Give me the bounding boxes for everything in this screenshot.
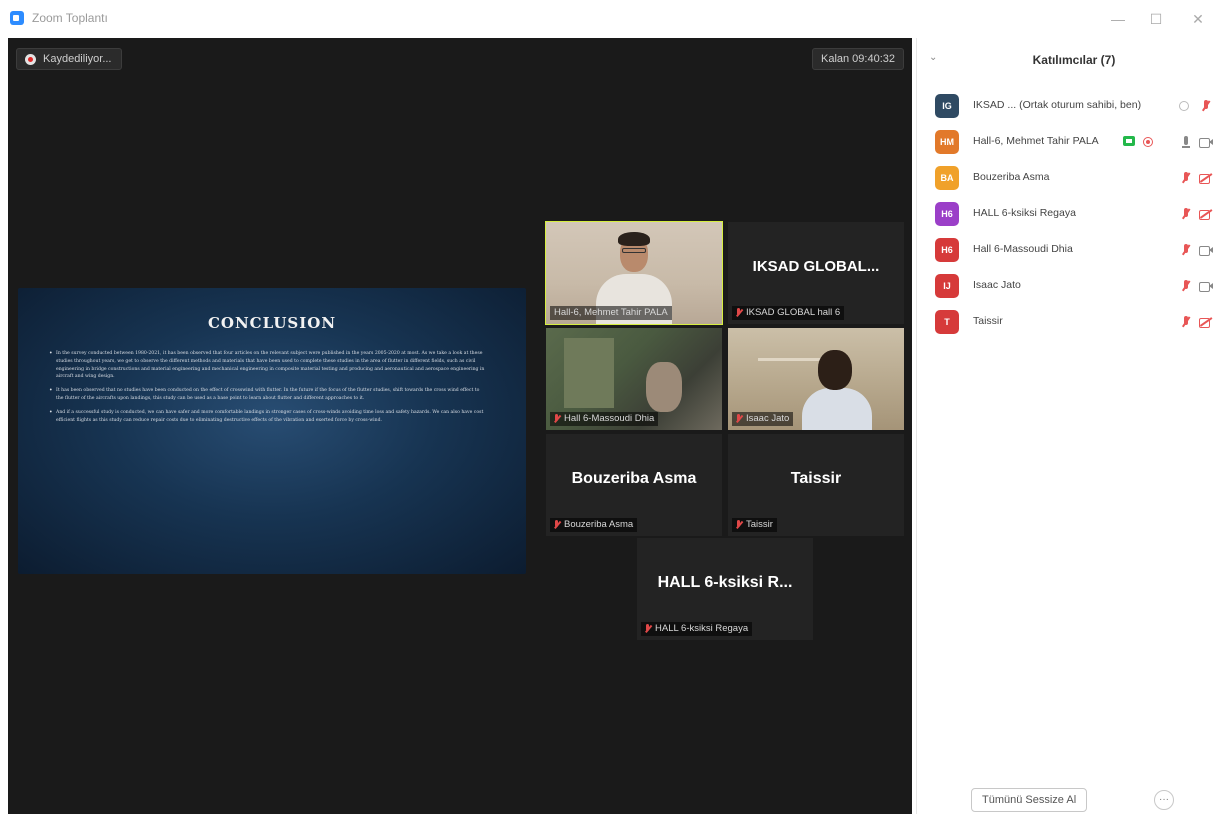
video-tile-bouzeriba[interactable]: Bouzeriba Asma Bouzeriba Asma — [546, 434, 722, 536]
window-title: Zoom Toplantı — [32, 11, 108, 25]
avatar: T — [935, 310, 959, 334]
mute-all-button[interactable]: Tümünü Sessize Al — [971, 788, 1088, 812]
tile-name-label: IKSAD GLOBAL hall 6 — [732, 306, 845, 320]
participant-row[interactable]: HM Hall-6, Mehmet Tahir PALA — [917, 124, 1231, 160]
slide-bullet: And if a successful study is conducted, … — [49, 409, 488, 425]
participant-row[interactable]: H6 HALL 6-ksiksi Regaya — [917, 196, 1231, 232]
meeting-timer: Kalan 09:40:32 — [811, 48, 904, 70]
tile-display-name: Taissir — [790, 470, 842, 487]
tile-name-label: Taissir — [732, 518, 777, 532]
mic-muted-icon[interactable] — [1199, 99, 1213, 113]
video-tile-isaac[interactable]: Isaac Jato — [728, 328, 904, 430]
camera-off-icon[interactable] — [1199, 207, 1213, 221]
participant-name: Isaac Jato — [973, 279, 1021, 291]
video-tile-massoudi[interactable]: Hall 6-Massoudi Dhia — [546, 328, 722, 430]
mic-muted-icon — [735, 308, 742, 318]
screen-share-icon — [1123, 136, 1135, 146]
mic-muted-icon[interactable] — [1179, 243, 1193, 257]
mic-muted-icon — [644, 624, 651, 634]
minimize-icon[interactable]: — — [1108, 9, 1128, 29]
tile-display-name: IKSAD GLOBAL... — [752, 258, 880, 275]
slide-title: CONCLUSION — [207, 314, 337, 332]
video-tile-mehmet[interactable]: Hall-6, Mehmet Tahir PALA — [545, 221, 723, 325]
participants-panel: ⌄ Katılımcılar (7) IG IKSAD ... (Ortak o… — [916, 38, 1231, 814]
mic-muted-icon — [553, 414, 560, 424]
avatar: HM — [935, 130, 959, 154]
meeting-area: Kaydediliyor... Kalan 09:40:32 CONCLUSIO… — [8, 38, 912, 814]
camera-icon[interactable] — [1199, 279, 1213, 293]
maximize-icon[interactable]: ☐ — [1146, 9, 1166, 29]
participant-name: IKSAD ... (Ortak oturum sahibi, ben) — [973, 99, 1142, 111]
shared-screen-slide: CONCLUSION In the survey conducted betwe… — [18, 288, 526, 574]
mic-icon[interactable] — [1179, 135, 1193, 149]
tile-name-label: Hall-6, Mehmet Tahir PALA — [550, 306, 672, 320]
tile-name-label: Hall 6-Massoudi Dhia — [550, 412, 659, 426]
host-icon — [1179, 101, 1189, 111]
tile-display-name: HALL 6-ksiksi R... — [657, 574, 793, 591]
close-icon[interactable]: ✕ — [1188, 9, 1208, 29]
participant-row[interactable]: H6 Hall 6-Massoudi Dhia — [917, 232, 1231, 268]
camera-off-icon[interactable] — [1199, 171, 1213, 185]
more-options-button[interactable]: ··· — [1154, 790, 1174, 810]
avatar: H6 — [935, 202, 959, 226]
slide-bullet-list: In the survey conducted between 1980-202… — [49, 350, 488, 430]
avatar: BA — [935, 166, 959, 190]
participant-name: Bouzeriba Asma — [973, 171, 1050, 183]
camera-off-icon[interactable] — [1199, 315, 1213, 329]
mic-muted-icon — [553, 520, 560, 530]
avatar: IJ — [935, 274, 959, 298]
participant-row[interactable]: T Taissir — [917, 304, 1231, 340]
tile-display-name: Bouzeriba Asma — [571, 470, 697, 487]
slide-bullet: It has been observed that no studies hav… — [49, 387, 488, 403]
video-tile-taissir[interactable]: Taissir Taissir — [728, 434, 904, 536]
zoom-app-icon — [10, 11, 24, 25]
avatar: IG — [935, 94, 959, 118]
tile-name-label: HALL 6-ksiksi Regaya — [641, 622, 753, 636]
camera-icon[interactable] — [1199, 135, 1213, 149]
mic-muted-icon[interactable] — [1179, 171, 1193, 185]
recording-label: Kaydediliyor... — [43, 53, 112, 65]
participant-row[interactable]: IG IKSAD ... (Ortak oturum sahibi, ben) — [917, 88, 1231, 124]
mic-muted-icon[interactable] — [1179, 315, 1193, 329]
participants-title: Katılımcılar (7) — [1032, 53, 1116, 67]
record-icon — [1143, 137, 1153, 147]
camera-icon[interactable] — [1199, 243, 1213, 257]
participant-row[interactable]: BA Bouzeriba Asma — [917, 160, 1231, 196]
video-tile-iksad[interactable]: IKSAD GLOBAL... IKSAD GLOBAL hall 6 — [728, 222, 904, 324]
record-icon — [25, 54, 36, 65]
video-tile-ksiksi[interactable]: HALL 6-ksiksi R... HALL 6-ksiksi Regaya — [637, 538, 813, 640]
title-bar: Zoom Toplantı — ☐ ✕ — [0, 0, 1231, 38]
recording-indicator[interactable]: Kaydediliyor... — [16, 48, 123, 70]
avatar: H6 — [935, 238, 959, 262]
participant-name: Hall-6, Mehmet Tahir PALA — [973, 135, 1099, 147]
slide-bullet: In the survey conducted between 1980-202… — [49, 350, 488, 381]
participant-name: Hall 6-Massoudi Dhia — [973, 243, 1073, 255]
participant-row[interactable]: IJ Isaac Jato — [917, 268, 1231, 304]
mic-muted-icon[interactable] — [1179, 207, 1193, 221]
tile-name-label: Isaac Jato — [732, 412, 794, 426]
participant-name: HALL 6-ksiksi Regaya — [973, 207, 1076, 219]
participant-name: Taissir — [973, 315, 1003, 327]
tile-name-label: Bouzeriba Asma — [550, 518, 638, 532]
participant-list: IG IKSAD ... (Ortak oturum sahibi, ben) … — [917, 88, 1231, 340]
mic-muted-icon — [735, 414, 742, 424]
mic-muted-icon[interactable] — [1179, 279, 1193, 293]
mic-muted-icon — [735, 520, 742, 530]
